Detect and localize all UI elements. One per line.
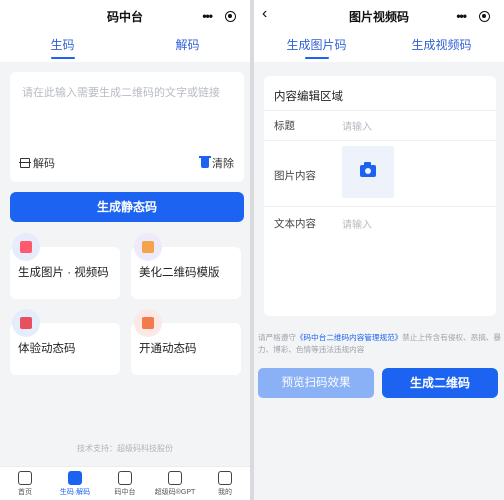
divider [264,206,496,207]
divider [264,140,496,141]
decode-button[interactable]: 解码 [19,155,55,171]
nav-bar: 码中台 ••• [0,0,250,32]
generate-static-code-button[interactable]: 生成静态码 [10,192,244,222]
right-screen: ‹ 图片视频码 ••• 生成图片码 生成视频码 内容编辑区域 标题 请输入 图片… [254,0,504,500]
tab-bar-top: 生码 解码 [0,32,250,62]
text-input-card[interactable]: 请在此输入需要生成二维码的文字或链接 解码 清除 [10,72,244,182]
tab-decode[interactable]: 解码 [125,32,250,62]
left-screen: 码中台 ••• 生码 解码 请在此输入需要生成二维码的文字或链接 解码 清除 生… [0,0,250,500]
text-content-label: 文本内容 [274,218,316,230]
tabbar-item-mine[interactable]: 我的 [200,467,250,500]
tab-video-code[interactable]: 生成视频码 [379,32,504,62]
more-icon[interactable]: ••• [456,10,467,22]
more-icon[interactable]: ••• [202,10,213,22]
tech-support-note: 技术支持：超级码科技股份 [77,444,173,453]
title-input[interactable]: 请输入 [342,118,372,133]
grid-icon [68,471,82,485]
notice-text: 请严格遵守 [258,333,296,342]
camera-icon [360,162,376,177]
tab-image-code[interactable]: 生成图片码 [254,32,379,62]
bottom-tab-bar: 首页 生码·解码 码中台 超级码®GPT 我的 [0,466,250,500]
feature-label: 生成图片 · 视频码 [18,267,109,279]
gpt-icon [168,471,182,485]
close-target-icon[interactable] [478,10,490,22]
feature-label: 体验动态码 [18,343,76,355]
tabbar-label: 首页 [18,489,32,496]
cube-icon [118,471,132,485]
editor-title: 内容编辑区域 [274,91,343,103]
trash-icon [199,156,211,168]
feature-label: 美化二维码模版 [139,267,220,279]
tabbar-item-generate-decode[interactable]: 生码·解码 [50,467,100,500]
text-content-input[interactable]: 请输入 [342,216,372,231]
preview-scan-button[interactable]: 预览扫码效果 [258,368,374,398]
tabbar-label: 码中台 [114,489,136,496]
close-target-icon[interactable] [224,10,236,22]
feature-label: 开通动态码 [139,343,197,355]
tabbar-label: 生码·解码 [59,489,91,496]
experience-icon [12,309,40,337]
image-upload-button[interactable] [342,146,394,198]
tabbar-item-gpt[interactable]: 超级码®GPT [150,467,200,500]
clear-button[interactable]: 清除 [199,155,234,171]
beautify-icon [134,233,162,261]
activate-icon [134,309,162,337]
tabbar-label: 超级码®GPT [154,489,196,496]
tab-bar-top: 生成图片码 生成视频码 [254,32,504,62]
mini-program-capsule: ••• [450,6,496,26]
policy-link[interactable]: 《码中台二维码内容管理规范》 [296,333,402,342]
tabbar-item-home[interactable]: 首页 [0,467,50,500]
mini-program-capsule: ••• [196,6,242,26]
image-content-label: 图片内容 [274,170,316,182]
home-icon [18,471,32,485]
title-label: 标题 [274,120,295,132]
nav-bar: ‹ 图片视频码 ••• [254,0,504,32]
decode-label: 解码 [33,158,55,170]
tabbar-item-code-platform[interactable]: 码中台 [100,467,150,500]
tab-generate[interactable]: 生码 [0,32,125,62]
clear-label: 清除 [212,158,234,170]
divider [264,110,496,111]
content-policy-notice: 请严格遵守《码中台二维码内容管理规范》禁止上传含有侵权、恶搞、暴力、博彩、色情等… [258,332,502,356]
image-video-icon [12,233,40,261]
scan-icon [19,158,31,168]
text-input-placeholder[interactable]: 请在此输入需要生成二维码的文字或链接 [22,84,220,100]
tabbar-label: 我的 [218,489,232,496]
generate-qr-button[interactable]: 生成二维码 [382,368,498,398]
user-icon [218,471,232,485]
content-editor-card: 内容编辑区域 标题 请输入 图片内容 文本内容 请输入 [264,76,496,316]
